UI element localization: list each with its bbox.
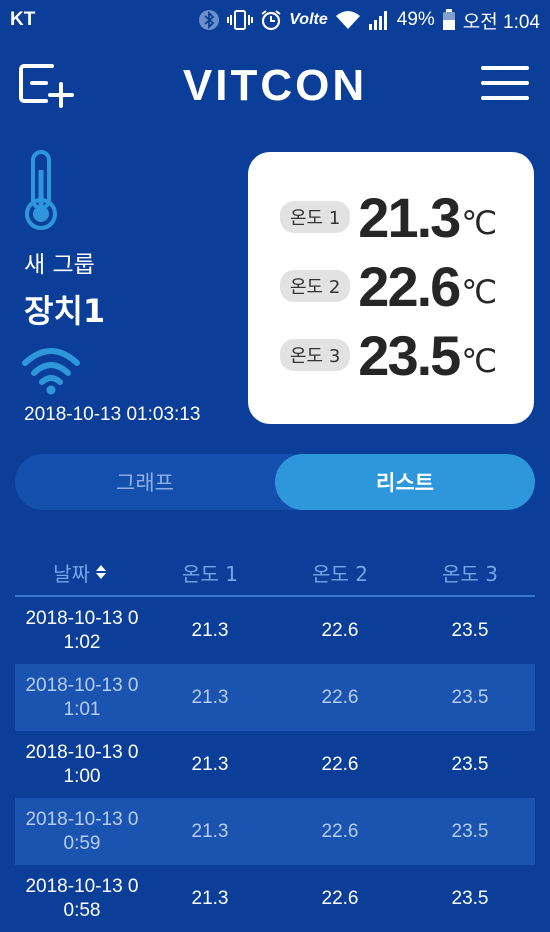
- row-temp3: 23.5: [451, 820, 489, 842]
- row-temp2: 22.6: [321, 820, 359, 842]
- group-name: 새 그룹: [24, 252, 95, 278]
- add-device-button[interactable]: [18, 62, 74, 108]
- view-tabs: 그래프 리스트: [15, 454, 535, 510]
- table-row[interactable]: 2018-10-13 0 1:01 21.3 22.6 23.5: [15, 664, 535, 731]
- row-date: 2018-10-13 0 1:00: [25, 741, 139, 787]
- column-temp1: 온도 1: [182, 562, 238, 586]
- reading-unit: ℃: [461, 205, 498, 241]
- row-temp1: 21.3: [191, 887, 229, 909]
- alarm-icon: [260, 9, 282, 31]
- row-date: 2018-10-13 0 1:02: [25, 607, 139, 653]
- reading-temp2: 온도 2 22.6 ℃: [280, 253, 497, 319]
- table-row[interactable]: 2018-10-13 0 1:00 21.3 22.6 23.5: [15, 731, 535, 798]
- add-device-icon: [19, 64, 74, 108]
- thermometer-icon: [22, 150, 60, 236]
- carrier-label: KT: [10, 9, 36, 30]
- sort-icon: [95, 561, 107, 585]
- reading-temp1: 온도 1 21.3 ℃: [280, 184, 497, 250]
- menu-button[interactable]: [481, 66, 529, 104]
- tab-graph[interactable]: 그래프: [15, 454, 275, 510]
- readings-card: 온도 1 21.3 ℃ 온도 2 22.6 ℃ 온도 3 23.5 ℃: [248, 152, 534, 424]
- row-date: 2018-10-13 0 0:59: [25, 808, 139, 854]
- tab-list[interactable]: 리스트: [275, 454, 535, 510]
- row-temp2: 22.6: [321, 619, 359, 641]
- row-temp1: 21.3: [191, 619, 229, 641]
- battery-percent: 49%: [396, 9, 435, 30]
- row-temp2: 22.6: [321, 753, 359, 775]
- reading-unit: ℃: [461, 274, 498, 310]
- status-icons: Volte 49% 오전 1:04: [198, 7, 540, 34]
- row-temp2: 22.6: [321, 686, 359, 708]
- row-date: 2018-10-13 0 0:58: [25, 875, 139, 921]
- device-name: 장치1: [24, 292, 106, 330]
- menu-line: [481, 66, 529, 70]
- menu-line: [481, 81, 529, 85]
- last-update-time: 2018-10-13 01:03:13: [24, 404, 201, 425]
- table-header: 날짜 온도 1 온도 2 온도 3: [15, 550, 535, 597]
- volte-label: Volte: [289, 11, 328, 28]
- reading-label: 온도 2: [280, 270, 351, 302]
- clock: 오전 1:04: [462, 11, 540, 33]
- row-temp1: 21.3: [191, 753, 229, 775]
- row-temp3: 23.5: [451, 619, 489, 641]
- vitcon-logo: VITCON: [182, 61, 368, 110]
- table-body: 2018-10-13 0 1:02 21.3 22.6 23.5 2018-10-…: [15, 597, 535, 932]
- menu-line: [481, 96, 529, 100]
- reading-temp3: 온도 3 23.5 ℃: [280, 322, 497, 388]
- app-header: VITCON: [0, 50, 550, 120]
- wifi-status-icon: [335, 9, 361, 31]
- column-temp2: 온도 2: [312, 562, 368, 586]
- reading-label: 온도 3: [280, 339, 351, 371]
- bluetooth-icon: [198, 9, 220, 31]
- column-temp3: 온도 3: [442, 562, 498, 586]
- column-date[interactable]: 날짜: [15, 550, 145, 595]
- row-temp3: 23.5: [451, 686, 489, 708]
- reading-value: 22.6: [358, 254, 461, 318]
- table-row[interactable]: 2018-10-13 0 0:59 21.3 22.6 23.5: [15, 798, 535, 865]
- row-temp1: 21.3: [191, 686, 229, 708]
- reading-value: 23.5: [358, 323, 461, 387]
- reading-unit: ℃: [461, 343, 498, 379]
- row-temp3: 23.5: [451, 887, 489, 909]
- table-row[interactable]: 2018-10-13 0 0:58 21.3 22.6 23.5: [15, 865, 535, 932]
- battery-icon: [442, 9, 456, 31]
- row-temp1: 21.3: [191, 820, 229, 842]
- signal-icon: [368, 9, 390, 31]
- wifi-icon: [22, 345, 80, 399]
- row-temp3: 23.5: [451, 753, 489, 775]
- row-date: 2018-10-13 0 1:01: [25, 674, 139, 720]
- vibrate-icon: [227, 9, 254, 31]
- table-row[interactable]: 2018-10-13 0 1:02 21.3 22.6 23.5: [15, 597, 535, 664]
- status-bar: KT Volte 49% 오전 1:04: [0, 0, 550, 40]
- reading-label: 온도 1: [280, 201, 351, 233]
- row-temp2: 22.6: [321, 887, 359, 909]
- reading-value: 21.3: [358, 185, 461, 249]
